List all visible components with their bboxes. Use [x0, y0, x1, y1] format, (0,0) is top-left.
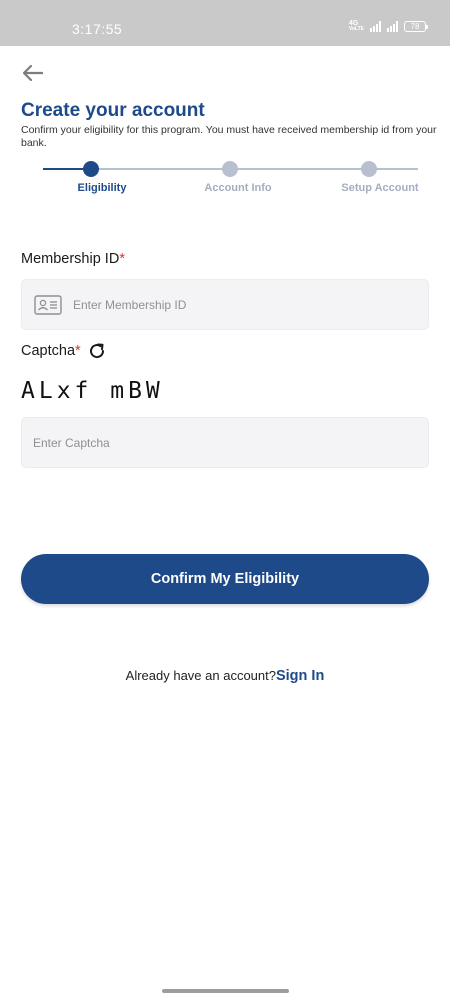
step-dot-account-info [222, 161, 238, 177]
signin-prompt-text: Already have an account? [125, 668, 276, 683]
required-asterisk: * [119, 251, 125, 267]
captcha-input[interactable] [33, 418, 428, 467]
membership-id-input[interactable] [73, 280, 428, 329]
back-button[interactable] [20, 60, 46, 86]
step-label-setup-account: Setup Account [341, 182, 419, 194]
battery-level: 78 [410, 21, 420, 31]
network-sub-label: VoLTE [348, 26, 364, 32]
progress-stepper: Eligibility Account Info Setup Account [0, 158, 450, 198]
step-label-eligibility: Eligibility [77, 182, 127, 194]
signal-icon-secondary [387, 20, 398, 32]
page-subtitle: Confirm your eligibility for this progra… [21, 124, 437, 149]
membership-id-label: Membership ID* [21, 251, 125, 267]
membership-id-field[interactable] [21, 279, 429, 330]
signal-icon [370, 20, 381, 32]
membership-id-label-text: Membership ID [21, 251, 120, 267]
confirm-eligibility-button[interactable]: Confirm My Eligibility [21, 554, 429, 604]
captcha-header: Captcha* [21, 341, 107, 361]
step-dot-eligibility [83, 161, 99, 177]
sign-in-link[interactable]: Sign In [276, 668, 324, 684]
step-label-account-info: Account Info [204, 182, 272, 194]
captcha-label-text: Captcha [21, 343, 76, 359]
captcha-image: ALxf mBW [21, 378, 164, 404]
status-icons: 4G VoLTE 78 [349, 20, 428, 32]
arrow-left-icon [23, 65, 43, 81]
step-dot-setup-account [361, 161, 377, 177]
refresh-captcha-button[interactable] [87, 341, 107, 361]
battery-icon: 78 [404, 20, 428, 32]
page-title: Create your account [21, 100, 205, 121]
captcha-field[interactable] [21, 417, 429, 468]
refresh-icon [89, 343, 104, 359]
status-time: 3:17:55 [72, 21, 123, 37]
signin-prompt: Already have an account?Sign In [0, 668, 450, 684]
status-bar: 3:17:55 4G VoLTE 78 [0, 0, 450, 46]
home-indicator[interactable] [162, 989, 289, 993]
captcha-label: Captcha* [21, 343, 81, 359]
required-asterisk: * [75, 343, 81, 359]
id-card-icon [34, 294, 62, 315]
network-type-indicator: 4G VoLTE [349, 20, 364, 32]
